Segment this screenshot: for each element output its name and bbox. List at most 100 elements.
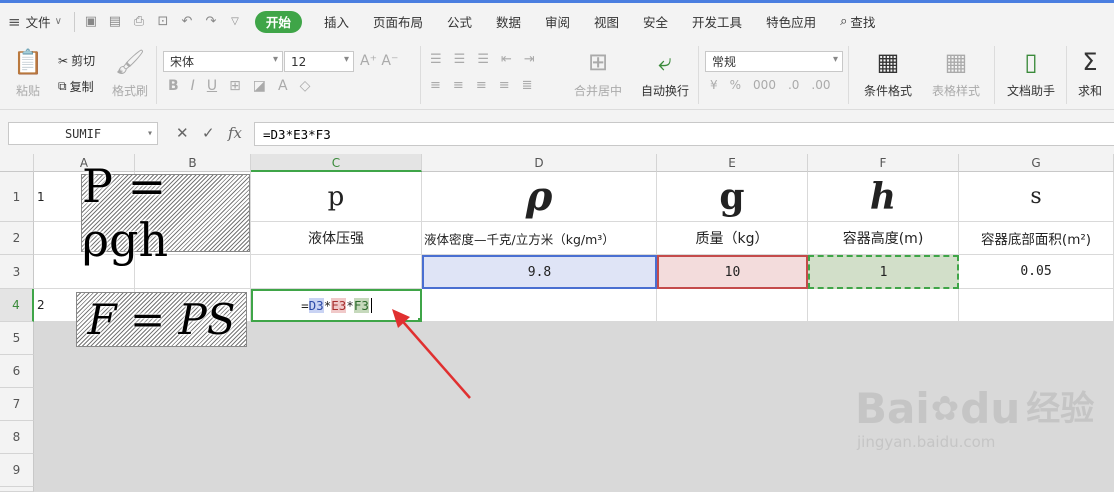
tab-security[interactable]: 安全 [631, 3, 680, 40]
cell-d1[interactable]: ρ [422, 172, 657, 222]
tab-developer[interactable]: 开发工具 [680, 3, 754, 40]
search-button[interactable]: ⌕ 查找 [828, 3, 887, 40]
fill-color-icon[interactable]: ◪ [253, 78, 266, 94]
cell-c3[interactable] [251, 255, 422, 289]
tab-data[interactable]: 数据 [484, 3, 533, 40]
column-header-f[interactable]: F [808, 154, 959, 172]
doc-helper-button[interactable]: ▯ 文档助手 [1004, 48, 1058, 99]
bold-icon[interactable]: B [168, 78, 179, 94]
export-icon[interactable]: ▤ [105, 12, 125, 32]
indent-increase-icon[interactable]: ⇥ [524, 52, 535, 67]
underline-icon[interactable]: U [207, 78, 217, 94]
chevron-down-icon: ▾ [343, 54, 349, 65]
tab-review[interactable]: 审阅 [533, 3, 582, 40]
annotation-arrow [392, 309, 471, 399]
formula-image-force[interactable]: F = PS [76, 292, 247, 347]
format-painter-button[interactable]: 🖌 格式刷 [110, 48, 150, 99]
cell-f1[interactable]: h [808, 172, 959, 222]
align-top-icon[interactable]: ☰ [430, 52, 442, 67]
column-header-c[interactable]: C [251, 154, 422, 172]
row-header-1[interactable]: 1 [0, 172, 34, 222]
distribute-icon[interactable]: ≣ [522, 78, 533, 93]
merge-center-button[interactable]: ⊞ 合并居中 [568, 48, 628, 99]
tab-formula[interactable]: 公式 [435, 3, 484, 40]
cell-g2[interactable]: 容器底部面积(m²) [959, 222, 1114, 255]
font-size-select[interactable]: 12 ▾ [284, 51, 354, 72]
doc-helper-icon: ▯ [1024, 48, 1038, 76]
decrease-decimal-icon[interactable]: .00 [811, 78, 830, 92]
confirm-icon[interactable]: ✓ [202, 124, 215, 142]
table-style-button[interactable]: ▦ 表格样式 [926, 48, 986, 99]
currency-icon[interactable]: ¥ [710, 78, 718, 92]
align-center-icon[interactable]: ≡ [453, 78, 464, 93]
cell-c1[interactable]: p [251, 172, 422, 222]
cell-d2[interactable]: 液体密度—千克/立方米（kg/m³） [422, 222, 657, 255]
font-grow-shrink[interactable]: A⁺ A⁻ [360, 53, 398, 69]
row-header-6[interactable]: 6 [0, 355, 34, 388]
save-icon[interactable]: ▣ [81, 12, 101, 32]
row-header-4[interactable]: 4 [0, 289, 34, 322]
cell-c2[interactable]: 液体压强 [251, 222, 422, 255]
column-header-g[interactable]: G [959, 154, 1114, 172]
increase-decimal-icon[interactable]: .0 [788, 78, 799, 92]
file-menu[interactable]: ≡ 文件 ∨ [0, 3, 74, 40]
row-header-10[interactable] [0, 487, 34, 492]
number-format-select[interactable]: 常规 ▾ [705, 51, 843, 72]
indent-decrease-icon[interactable]: ⇤ [501, 52, 512, 67]
select-all-corner[interactable] [0, 154, 34, 172]
cell-d3[interactable]: 9.8 [422, 255, 657, 289]
italic-icon[interactable]: I [191, 78, 195, 94]
column-header-d[interactable]: D [422, 154, 657, 172]
row-header-8[interactable]: 8 [0, 421, 34, 454]
tab-page-layout[interactable]: 页面布局 [361, 3, 435, 40]
function-icon[interactable]: fx [228, 124, 242, 142]
cell-g4[interactable] [959, 289, 1114, 322]
tab-insert[interactable]: 插入 [312, 3, 361, 40]
cell-f4[interactable] [808, 289, 959, 322]
sum-button[interactable]: Σ 求和 [1072, 48, 1108, 99]
cell-g1[interactable]: s [959, 172, 1114, 222]
font-color-icon[interactable]: A [278, 78, 288, 94]
redo-icon[interactable]: ↷ [201, 12, 221, 32]
cell-e3[interactable]: 10 [657, 255, 808, 289]
tab-view[interactable]: 视图 [582, 3, 631, 40]
cell-e4[interactable] [657, 289, 808, 322]
wrap-text-button[interactable]: ⤶ 自动换行 [638, 48, 692, 99]
undo-icon[interactable]: ↶ [177, 12, 197, 32]
tab-special[interactable]: 特色应用 [754, 3, 828, 40]
print-icon[interactable]: ⎙ [129, 12, 149, 32]
cell-e1[interactable]: g [657, 172, 808, 222]
row-header-3[interactable]: 3 [0, 255, 34, 289]
clear-format-icon[interactable]: ◇ [300, 78, 311, 94]
align-left-icon[interactable]: ≡ [430, 78, 441, 93]
conditional-format-button[interactable]: ▦ 条件格式 [856, 48, 920, 99]
baidu-watermark: Bai ✿ du 经验 jingyan.baidu.com [855, 384, 1095, 452]
cell-f3[interactable]: 1 [808, 255, 959, 289]
formula-input[interactable]: =D3*E3*F3 [254, 122, 1114, 146]
column-header-e[interactable]: E [657, 154, 808, 172]
copy-button[interactable]: ⧉ 复制 [58, 78, 94, 95]
tab-start[interactable]: 开始 [254, 10, 302, 33]
preview-icon[interactable]: ⊡ [153, 12, 173, 32]
cell-g3[interactable]: 0.05 [959, 255, 1114, 289]
formula-image-pressure[interactable]: P = ρgh [81, 159, 250, 267]
cut-button[interactable]: ✂ 剪切 [58, 52, 95, 69]
row-header-7[interactable]: 7 [0, 388, 34, 421]
border-icon[interactable]: ⊞ [229, 78, 241, 94]
cell-e2[interactable]: 质量（kg） [657, 222, 808, 255]
align-middle-icon[interactable]: ☰ [454, 52, 466, 67]
font-name-select[interactable]: 宋体 ▾ [163, 51, 283, 72]
align-right-icon[interactable]: ≡ [476, 78, 487, 93]
cancel-icon[interactable]: ✕ [176, 124, 189, 142]
percent-icon[interactable]: % [730, 78, 741, 92]
justify-icon[interactable]: ≡ [499, 78, 510, 93]
align-bottom-icon[interactable]: ☰ [477, 52, 489, 67]
paste-button[interactable]: 📋 粘贴 [10, 48, 46, 99]
row-header-9[interactable]: 9 [0, 454, 34, 487]
name-box[interactable]: SUMIF ▾ [8, 122, 158, 145]
row-header-5[interactable]: 5 [0, 322, 34, 355]
row-header-2[interactable]: 2 [0, 222, 34, 255]
thousands-icon[interactable]: 000 [753, 78, 776, 92]
more-dropdown-icon[interactable]: ▽ [225, 12, 245, 32]
cell-f2[interactable]: 容器高度(m) [808, 222, 959, 255]
